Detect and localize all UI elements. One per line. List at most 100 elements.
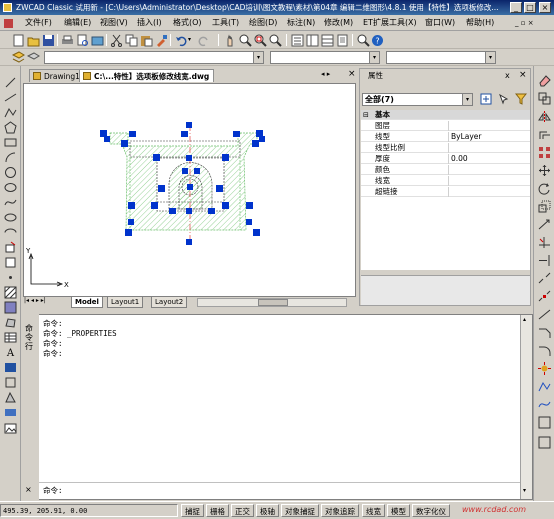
collapse-icon[interactable]: ⊟ — [363, 110, 369, 120]
new-file-icon[interactable] — [12, 34, 25, 47]
break-at-point-icon[interactable] — [538, 272, 551, 285]
copy-object-icon[interactable] — [538, 92, 551, 105]
select-objects-icon[interactable] — [498, 93, 510, 105]
layout-nav-arrows[interactable]: |◂ ◂ ▸ ▸| — [24, 297, 46, 304]
paste-icon[interactable] — [140, 34, 153, 47]
zoom-previous-icon[interactable] — [269, 34, 282, 47]
make-block-icon[interactable] — [4, 256, 17, 269]
dropdown-arrow-icon[interactable]: ▾ — [485, 52, 495, 63]
menu-window[interactable]: 窗口(W) — [425, 17, 455, 29]
construction-line-icon[interactable] — [4, 91, 17, 104]
line-tool-icon[interactable] — [4, 76, 17, 89]
quick-select-icon[interactable] — [515, 93, 527, 105]
offset-tool-icon[interactable] — [538, 128, 551, 141]
tab-drawing1[interactable]: Drawing1 — [29, 69, 85, 82]
menu-insert[interactable]: 插入(I) — [137, 17, 162, 29]
solid-tool-icon[interactable] — [4, 391, 17, 404]
linetype-dropdown[interactable]: ▾ — [270, 51, 380, 64]
menu-help[interactable]: 帮助(H) — [466, 17, 494, 29]
pan-icon[interactable] — [224, 34, 237, 47]
cut-icon[interactable] — [110, 34, 123, 47]
point-tool-icon[interactable] — [4, 271, 17, 284]
document-icon[interactable] — [4, 19, 13, 28]
menu-et-tools[interactable]: ET扩展工具(X) — [363, 17, 417, 29]
menu-view[interactable]: 视图(V) — [100, 17, 128, 29]
redo-icon[interactable] — [197, 34, 210, 47]
insert-block-icon[interactable] — [4, 241, 17, 254]
dropdown-arrow-icon[interactable]: ▾ — [369, 52, 379, 63]
undo-dropdown-icon[interactable]: ▾ — [188, 36, 191, 43]
coordinate-display[interactable]: 495.39, 205.91, 0.00 — [0, 504, 178, 517]
polar-toggle[interactable]: 极轴 — [256, 504, 279, 517]
section-header-basic[interactable]: ⊟ 基本 — [361, 110, 530, 120]
command-input-row[interactable]: 命令: — [22, 482, 522, 499]
scroll-up-icon[interactable]: ▴ — [523, 316, 526, 323]
undo-icon[interactable] — [175, 34, 188, 47]
model-toggle[interactable]: 模型 — [387, 504, 410, 517]
property-row-linetype[interactable]: 线型 ByLayer — [361, 132, 530, 142]
circle-tool-icon[interactable] — [4, 166, 17, 179]
sheet-set-icon[interactable] — [336, 34, 349, 47]
panel-close-icon[interactable]: × — [519, 70, 527, 80]
menu-format[interactable]: 格式(O) — [173, 17, 202, 29]
fillet-tool-icon[interactable] — [538, 344, 551, 357]
copy-icon[interactable] — [125, 34, 138, 47]
erase-tool-icon[interactable] — [538, 74, 551, 87]
otrack-toggle[interactable]: 对象追踪 — [321, 504, 359, 517]
print-preview-icon[interactable] — [76, 34, 89, 47]
table-tool-icon[interactable] — [4, 331, 17, 344]
osnap-toggle[interactable]: 对象捕捉 — [281, 504, 319, 517]
zoom-extents-icon[interactable] — [357, 34, 370, 47]
image-tool-icon[interactable] — [4, 422, 17, 435]
help-icon[interactable]: ? — [371, 34, 384, 47]
tab-layout1[interactable]: Layout1 — [107, 297, 144, 308]
command-window-handle[interactable]: 命令行 × — [21, 314, 39, 500]
ellipse-arc-icon[interactable] — [4, 226, 17, 239]
property-row-linetype-scale[interactable]: 线型比例 — [361, 143, 530, 153]
grid-toggle[interactable]: 栅格 — [206, 504, 229, 517]
command-close-icon[interactable]: × — [25, 485, 32, 494]
region-tool-icon[interactable] — [4, 316, 17, 329]
selection-dropdown[interactable]: 全部(7) ▾ — [362, 93, 473, 106]
boundary-tool-icon[interactable] — [4, 376, 17, 389]
scale-tool-icon[interactable] — [538, 200, 551, 213]
tab-model[interactable]: Model — [71, 297, 103, 308]
print-icon[interactable] — [61, 34, 74, 47]
panel-pin-icon[interactable]: ⅹ — [505, 71, 510, 80]
tab-layout2[interactable]: Layout2 — [151, 297, 188, 308]
layer-manager-icon[interactable] — [12, 51, 25, 64]
design-center-icon[interactable] — [306, 34, 319, 47]
rectangle-tool-icon[interactable] — [4, 136, 17, 149]
tablet-toggle[interactable]: 数字化仪 — [412, 504, 450, 517]
property-row-layer[interactable]: 图层 — [361, 121, 530, 131]
lineweight-dropdown[interactable]: ▾ — [386, 51, 496, 64]
drawing-canvas[interactable]: Y X — [23, 83, 356, 297]
gradient-tool-icon[interactable] — [4, 301, 17, 314]
ortho-toggle[interactable]: 正交 — [231, 504, 254, 517]
menu-modify[interactable]: 修改(M) — [324, 17, 353, 29]
toggle-pickadd-icon[interactable] — [480, 93, 492, 105]
open-folder-icon[interactable] — [27, 34, 40, 47]
lineweight-toggle[interactable]: 线宽 — [362, 504, 385, 517]
match-properties-icon[interactable] — [155, 34, 168, 47]
extend-tool-icon[interactable] — [538, 254, 551, 267]
dropdown-arrow-icon[interactable]: ▾ — [253, 52, 263, 63]
mirror-tool-icon[interactable] — [538, 110, 551, 123]
polygon-tool-icon[interactable] — [4, 121, 17, 134]
wipeout-tool-icon[interactable] — [4, 361, 17, 374]
edit-hatch-icon[interactable] — [538, 436, 551, 449]
scroll-down-icon[interactable]: ▾ — [523, 487, 526, 494]
drawing-area[interactable]: Y X — [24, 84, 355, 296]
command-window[interactable]: 命令: 命令: _PROPERTIES 命令: 命令: 命令: ▴ ▾ — [21, 314, 533, 500]
explode-tool-icon[interactable] — [538, 362, 551, 375]
tab-active-document[interactable]: C:\...特性】选项板修改线宽.dwg — [79, 69, 215, 82]
doc-minimize-button[interactable]: _ ▫ × — [515, 17, 534, 29]
horizontal-scrollbar[interactable] — [197, 298, 347, 307]
chamfer-tool-icon[interactable] — [538, 326, 551, 339]
rotate-tool-icon[interactable] — [538, 182, 551, 195]
break-tool-icon[interactable] — [538, 290, 551, 303]
zoom-realtime-icon[interactable] — [239, 34, 252, 47]
polyline-tool-icon[interactable] — [4, 106, 17, 119]
menu-tools[interactable]: 工具(T) — [212, 17, 239, 29]
close-button[interactable]: × — [539, 2, 551, 13]
